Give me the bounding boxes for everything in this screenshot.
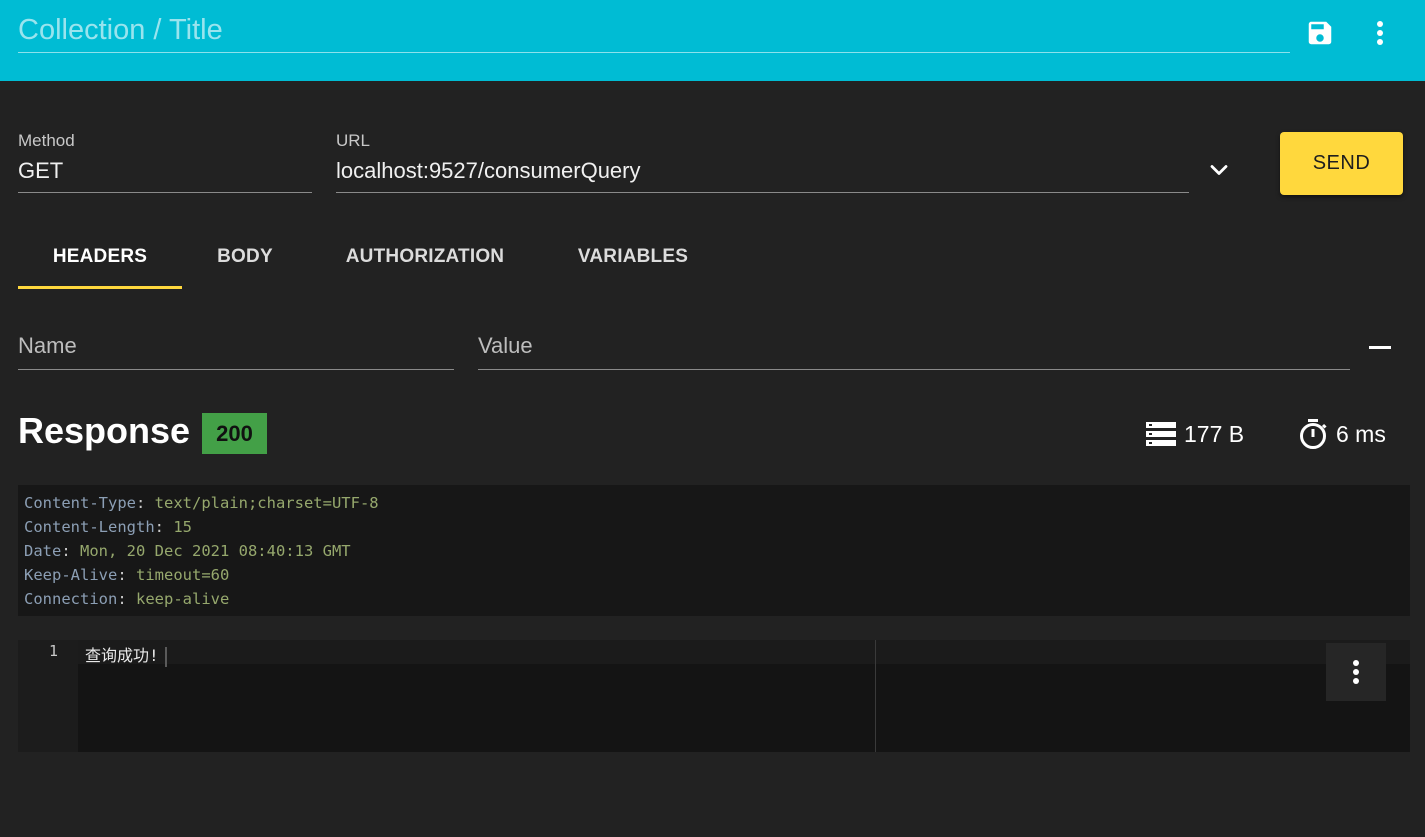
collection-title-input[interactable] <box>18 12 1290 53</box>
response-title: Response <box>18 410 191 451</box>
response-time: 6 ms <box>1298 416 1386 452</box>
line-number: 1 <box>48 642 58 660</box>
response-header-line: Content-Length: 15 <box>24 518 192 536</box>
minus-icon <box>1369 346 1391 349</box>
line-gutter: 1 <box>18 640 78 752</box>
url-field[interactable]: localhost:9527/consumerQuery <box>336 158 1189 193</box>
remove-header-button[interactable] <box>1366 336 1394 360</box>
method-field[interactable]: GET <box>18 158 312 193</box>
response-time-value: 6 ms <box>1336 420 1386 447</box>
storage-icon <box>1146 422 1176 446</box>
header-name-input[interactable]: Name <box>18 333 454 370</box>
timer-icon <box>1300 419 1327 449</box>
method-label: Method <box>18 131 75 150</box>
save-icon <box>1308 21 1332 45</box>
header-value-input[interactable]: Value <box>478 333 1350 370</box>
response-header-line: Content-Type: text/plain;charset=UTF-8 <box>24 494 379 512</box>
active-line-highlight <box>78 640 1410 664</box>
status-badge: 200 <box>202 413 267 454</box>
header-name-placeholder: Name <box>18 333 77 358</box>
send-button[interactable]: SEND <box>1280 132 1403 195</box>
response-size: 177 B <box>1146 416 1244 452</box>
active-tab-indicator <box>18 286 182 289</box>
url-label: URL <box>336 131 371 150</box>
url-value: localhost:9527/consumerQuery <box>336 158 641 183</box>
method-value: GET <box>18 158 64 183</box>
tab-body[interactable]: BODY <box>182 224 308 290</box>
top-app-bar <box>0 0 1425 81</box>
response-body-editor[interactable]: 1 查询成功! <box>18 640 1410 752</box>
response-header-line: Keep-Alive: timeout=60 <box>24 566 230 584</box>
more-vert-icon <box>1353 660 1359 684</box>
code-line[interactable]: 查询成功! <box>85 642 167 667</box>
response-header-line: Date: Mon, 20 Dec 2021 08:40:13 GMT <box>24 542 351 560</box>
tab-headers[interactable]: HEADERS <box>18 224 182 290</box>
tab-variables[interactable]: VARIABLES <box>542 224 724 290</box>
header-value-placeholder: Value <box>478 333 533 358</box>
chevron-down-icon <box>1210 165 1228 175</box>
print-margin <box>875 640 876 752</box>
url-history-dropdown[interactable] <box>1205 156 1233 184</box>
tab-authorization[interactable]: AUTHORIZATION <box>308 224 542 290</box>
more-options-button[interactable] <box>1362 14 1398 52</box>
text-cursor <box>164 646 167 667</box>
response-size-value: 177 B <box>1184 420 1245 447</box>
response-headers: Content-Type: text/plain;charset=UTF-8 C… <box>18 485 1410 616</box>
editor-options-button[interactable] <box>1326 643 1386 701</box>
more-vert-icon <box>1377 21 1383 45</box>
response-header-line: Connection: keep-alive <box>24 590 230 608</box>
save-button[interactable] <box>1300 14 1340 52</box>
code-line-text: 查询成功! <box>85 646 159 665</box>
